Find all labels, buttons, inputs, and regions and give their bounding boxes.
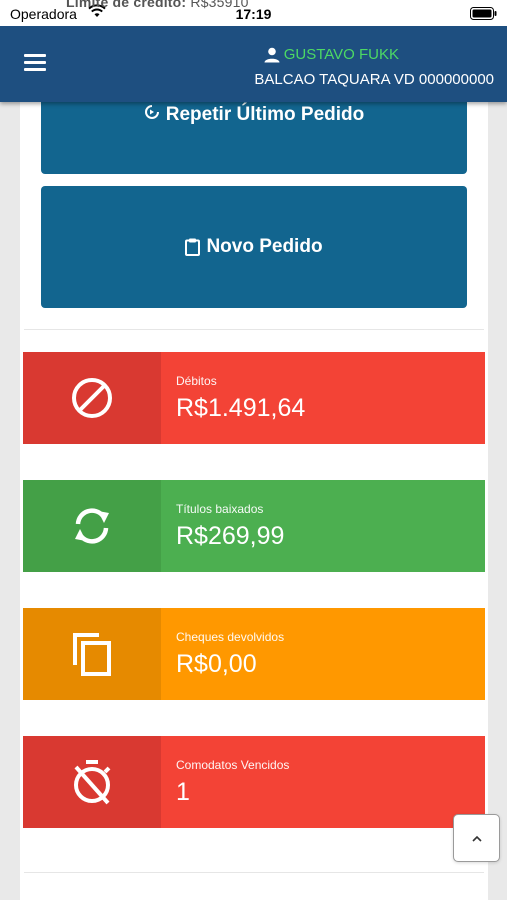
credit-limit-overlay: Limite de crédito: R$35910	[66, 0, 249, 10]
stat-value: R$269,99	[176, 522, 285, 550]
repeat-order-icon	[144, 105, 159, 119]
block-icon	[72, 378, 112, 418]
stat-label: Títulos baixados	[176, 502, 264, 516]
stat-debits[interactable]: Débitos R$1.491,64	[23, 352, 485, 444]
user-name: GUSTAVO FUKK	[283, 46, 399, 63]
chevron-up-icon	[471, 835, 482, 842]
repeat-last-order-button[interactable]: Repetir Último Pedido	[41, 92, 467, 174]
menu-icon[interactable]	[24, 54, 48, 74]
credit-limit-label: Limite de crédito:	[66, 0, 187, 10]
user-icon	[264, 47, 280, 62]
new-order-button[interactable]: Novo Pedido	[41, 186, 467, 308]
stat-returned-checks[interactable]: Cheques devolvidos R$0,00	[23, 608, 485, 700]
copy-icon	[73, 633, 111, 676]
new-order-label: Novo Pedido	[206, 236, 323, 257]
battery-icon	[470, 7, 497, 23]
repeat-last-order-label: Repetir Último Pedido	[165, 104, 365, 125]
dashboard-card: Repetir Último Pedido Novo Pedido Débito…	[20, 92, 488, 900]
timer-off-icon	[74, 760, 111, 805]
stat-value: 1	[176, 778, 190, 806]
store-name: BALCAO TAQUARA VD 000000000	[254, 71, 494, 88]
stat-expired-loans[interactable]: Comodatos Vencidos 1	[23, 736, 485, 828]
stat-value: R$0,00	[176, 650, 257, 678]
user-info: GUSTAVO FUKK	[264, 46, 399, 63]
divider	[24, 329, 484, 330]
stat-label: Comodatos Vencidos	[176, 758, 290, 772]
stat-label: Débitos	[176, 374, 217, 388]
sync-icon	[75, 508, 109, 544]
scroll-to-top-button[interactable]	[453, 814, 500, 862]
stat-label: Cheques devolvidos	[176, 630, 285, 644]
stat-titles-paid[interactable]: Títulos baixados R$269,99	[23, 480, 485, 572]
stat-value: R$1.491,64	[176, 394, 306, 422]
divider	[24, 872, 484, 873]
clipboard-icon	[185, 238, 201, 256]
app-header: GUSTAVO FUKK BALCAO TAQUARA VD 000000000	[0, 26, 507, 102]
credit-limit-value: R$35910	[190, 0, 249, 10]
